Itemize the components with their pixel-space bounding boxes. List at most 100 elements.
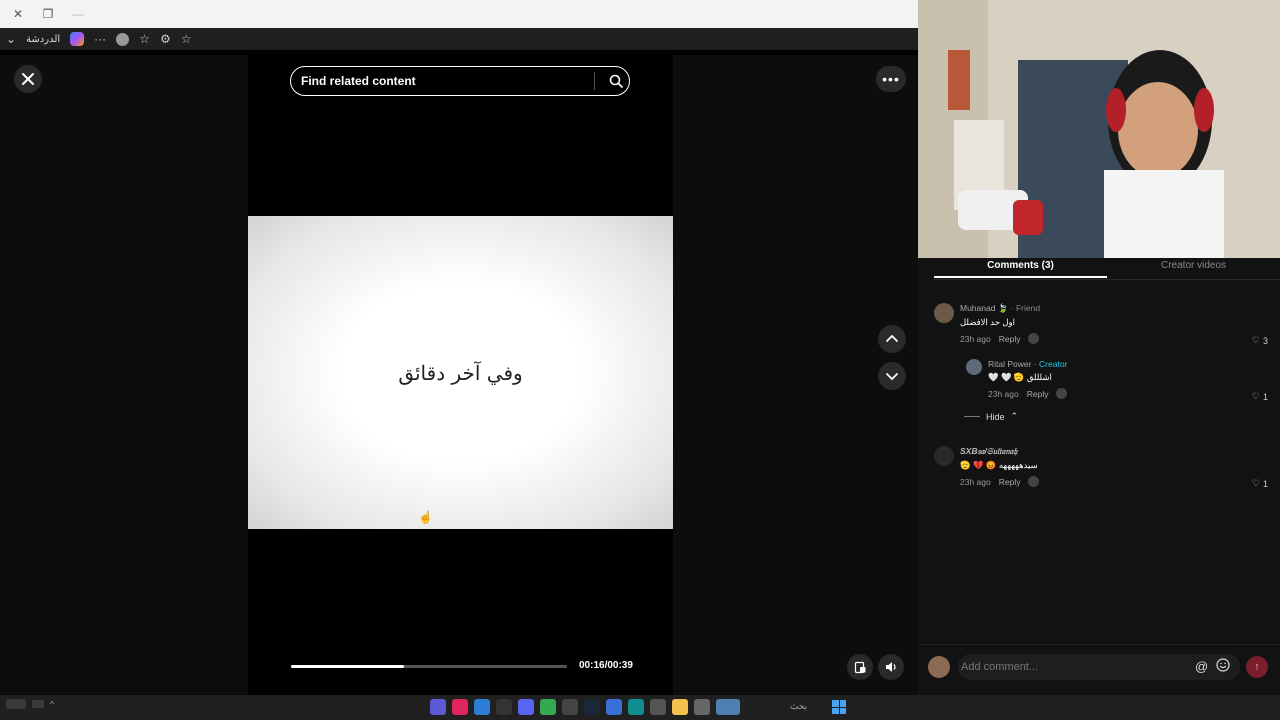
tiktok-icon[interactable] [452,699,468,715]
minimize-window-icon[interactable]: — [70,7,86,21]
browser-toolbar: ⌄ الدردشة ··· ☆ ⚙ ☆ [0,28,920,50]
pip-button[interactable] [847,654,873,680]
taskbar: ^ بحث [0,695,1280,720]
picture-in-picture-icon [854,661,865,673]
comment-text: اول حد الافضلل [960,317,1015,327]
close-button[interactable] [14,65,42,93]
comment-author[interactable]: Rital Power · Creator [988,359,1067,369]
comment-author[interactable]: SXB𝔰𝔞/𝔖𝔲𝔩𝔱𝔞𝔫𝔞𝔥 [960,446,1039,457]
copilot-icon[interactable] [70,32,85,46]
send-button[interactable]: ↑ [1246,656,1268,678]
reply-item: Rital Power · Creator 🤍 🤍 🫡 اشلللق 23h a… [966,359,1068,399]
comment-time: 23h ago [988,388,1019,399]
system-tray: ^ [6,699,54,709]
screen: ✕ ❐ — ⌄ الدردشة ··· ☆ ⚙ ☆ Find related c… [0,0,1280,720]
like-button[interactable]: ♡ 1 [1252,391,1268,402]
avatar[interactable] [934,303,954,323]
reply-button[interactable]: Reply [999,477,1021,487]
video-frame[interactable]: وفي آخر دقائق [248,216,673,529]
taskbar-app-icon[interactable] [606,699,622,715]
webcam-feed-image [918,0,1280,262]
comment-time: 23h ago [960,333,991,344]
previous-video-button[interactable] [878,325,906,353]
comments-panel: Comments (3) Creator videos Muhanad 🍃 · … [918,258,1280,695]
chevron-down-icon[interactable]: ⌄ [6,32,16,46]
restore-window-icon[interactable]: ❐ [40,7,56,21]
tray-chevron-icon[interactable]: ^ [50,700,54,709]
related-search-bar[interactable]: Find related content [290,66,630,96]
comment-item: Muhanad 🍃 · Friend اول حد الافضلل 23h ag… [934,303,1040,344]
favorites-icon[interactable]: ☆ [139,32,150,46]
friend-tag: · Friend [1010,303,1041,313]
panel-tabs: Comments (3) Creator videos [934,258,1280,278]
chevron-down-icon [886,373,898,381]
comment-text: 🫡 💔 😡 سيدهههههه [960,460,1038,470]
progress-bar[interactable] [291,665,567,668]
comment-item: SXB𝔰𝔞/𝔖𝔲𝔩𝔱𝔞𝔫𝔞𝔥 🫡 💔 😡 سيدهههههه 23h ago R… [934,446,1040,487]
tray-clock-icon[interactable] [6,699,26,709]
hide-line [964,416,980,417]
chevron-up-icon: ⌃ [1010,411,1019,421]
creator-like-icon [1028,333,1040,344]
taskbar-app-icon[interactable] [650,699,666,715]
close-window-icon[interactable]: ✕ [10,7,26,21]
edge-icon[interactable] [628,699,644,715]
chrome-icon[interactable] [540,699,556,715]
emoji-icon[interactable] [1216,658,1230,677]
taskbar-app-icon[interactable] [694,699,710,715]
taskbar-apps [430,699,740,715]
left-backdrop [0,55,248,695]
discord-icon[interactable] [518,699,534,715]
like-count: 1 [1262,391,1268,402]
more-icon[interactable]: ··· [94,32,106,46]
taskbar-app-icon[interactable] [716,699,740,715]
file-explorer-icon[interactable] [672,699,688,715]
mention-icon[interactable]: @ [1195,659,1208,674]
taskbar-app-icon[interactable] [562,699,578,715]
user-avatar[interactable] [928,656,950,678]
search-icon[interactable] [603,74,629,88]
tab-comments[interactable]: Comments (3) [934,258,1107,278]
hide-replies-button[interactable]: Hide ⌃ [964,411,1018,422]
windows-start-icon[interactable] [832,700,846,714]
extensions-icon[interactable]: ⚙ [160,32,171,46]
search-input[interactable]: Find related content [301,74,594,88]
volume-icon [886,662,896,672]
more-options-button[interactable]: ••• [876,66,906,92]
chat-label[interactable]: الدردشة [26,34,60,45]
hide-label: Hide [986,411,1005,422]
taskbar-app-icon[interactable] [430,699,446,715]
heart-icon: ♡ [1251,478,1260,488]
creator-like-icon [1028,476,1040,487]
close-icon [22,73,34,85]
steam-icon[interactable] [584,699,600,715]
avatar[interactable] [966,359,982,375]
add-favorite-icon[interactable]: ☆ [181,32,192,46]
like-count: 1 [1262,478,1268,489]
reply-button[interactable]: Reply [999,334,1021,344]
add-comment-placeholder: Add comment... [961,661,1039,673]
tab-creator-videos[interactable]: Creator videos [1107,258,1280,278]
taskbar-app-icon[interactable] [496,699,512,715]
video-viewer: Find related content ••• وفي آخر دقائق ☝ [0,55,920,695]
comment-author[interactable]: Muhanad 🍃 · Friend [960,303,1040,314]
creator-tag: · Creator [1033,359,1068,369]
like-button[interactable]: ♡ 1 [1252,478,1268,489]
creator-like-icon [1056,388,1068,399]
search-divider [594,72,595,90]
taskbar-app-icon[interactable] [474,699,490,715]
volume-button[interactable] [878,654,904,680]
webcam-overlay [918,0,1280,262]
taskbar-search[interactable]: بحث [790,701,807,712]
reply-button[interactable]: Reply [1027,389,1049,399]
leaf-badge-icon: 🍃 [997,303,1009,313]
video-caption: وفي آخر دقائق [398,360,523,385]
profile-icon[interactable] [116,32,130,46]
next-video-button[interactable] [878,362,906,390]
avatar[interactable] [934,446,954,466]
like-button[interactable]: ♡ 3 [1252,335,1268,346]
hand-cursor-icon: ☝ [418,510,433,524]
tray-network-icon[interactable] [32,700,44,708]
heart-icon: ♡ [1251,391,1260,401]
playback-time: 00:16/00:39 [579,660,633,671]
